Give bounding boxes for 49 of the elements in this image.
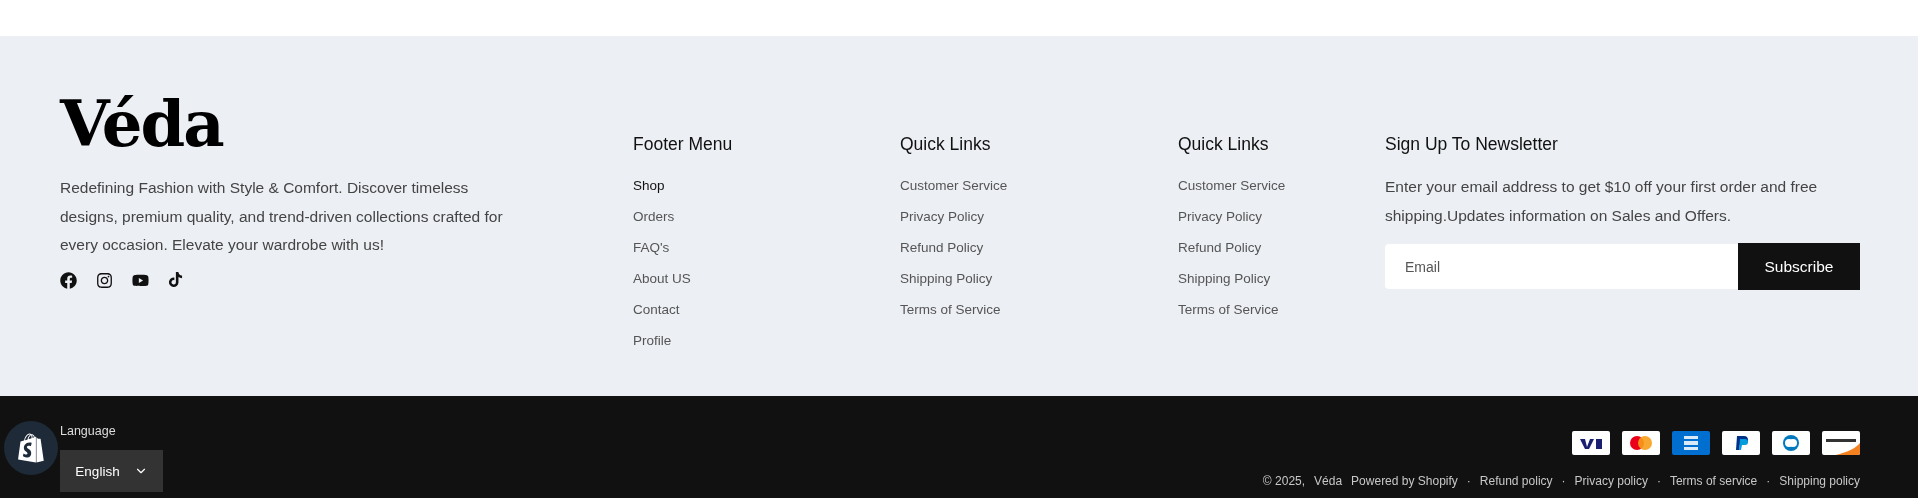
- facebook-icon[interactable]: [60, 271, 77, 289]
- footer-link[interactable]: Orders: [633, 208, 675, 225]
- footer-link[interactable]: Shop: [633, 177, 665, 194]
- payment-card-icon: [1572, 431, 1610, 455]
- copyright-text: © 2025,: [1262, 474, 1306, 488]
- footer-link[interactable]: Refund Policy: [900, 239, 984, 256]
- payment-card-icon: [1772, 431, 1810, 455]
- column-heading: Footer Menu: [633, 134, 733, 155]
- payment-card-icon: [1672, 431, 1710, 455]
- footer-link[interactable]: FAQ's: [633, 239, 670, 256]
- policy-link[interactable]: Shipping policy: [1779, 474, 1860, 488]
- payment-card-icon: [1622, 431, 1660, 455]
- separator-dot: ·: [1656, 474, 1661, 488]
- separator-dot: ·: [1766, 474, 1771, 488]
- powered-by-link[interactable]: Powered by Shopify: [1351, 474, 1458, 488]
- newsletter-heading: Sign Up To Newsletter: [1385, 134, 1558, 155]
- policy-link[interactable]: Terms of service: [1669, 474, 1758, 488]
- footer-link[interactable]: Contact: [633, 301, 680, 318]
- shop-badge[interactable]: [4, 421, 58, 475]
- payment-card-icon: [1722, 431, 1760, 455]
- policy-link[interactable]: Privacy policy: [1574, 474, 1648, 488]
- shopping-bag-icon: [16, 433, 46, 463]
- footer-link[interactable]: Terms of Service: [900, 301, 1001, 318]
- footer-link[interactable]: Customer Service: [900, 177, 1008, 194]
- footer-link[interactable]: About US: [633, 270, 691, 287]
- footer-link[interactable]: Terms of Service: [1178, 301, 1279, 318]
- payment-card-icon: [1822, 431, 1860, 455]
- brand-description: Redefining Fashion with Style & Comfort. Discover timeless designs, premium quality, and trend-driven collections crafted for every occasion. Elevate your wardrobe with us!: [60, 178, 504, 255]
- instagram-icon[interactable]: [96, 271, 113, 289]
- store-link[interactable]: Véda: [1314, 474, 1343, 488]
- separator-dot: ·: [1561, 474, 1566, 488]
- tiktok-icon[interactable]: [168, 271, 183, 287]
- newsletter-text: Enter your email address to get $10 off your first order and free shipping.Updates information on Sales and Offers.: [1385, 177, 1819, 226]
- footer-link[interactable]: Privacy Policy: [900, 208, 985, 225]
- policy-link[interactable]: Refund policy: [1479, 474, 1553, 488]
- brand-logo[interactable]: Véda: [60, 92, 223, 156]
- column-heading: Quick Links: [1178, 134, 1269, 155]
- separator-dot: ·: [1466, 474, 1471, 488]
- footer-link[interactable]: Shipping Policy: [900, 270, 993, 287]
- footer-link[interactable]: Refund Policy: [1178, 239, 1262, 256]
- language-selector[interactable]: English: [60, 450, 163, 492]
- language-label: Language: [60, 424, 116, 438]
- email-field[interactable]: Email: [1385, 244, 1738, 289]
- footer-link[interactable]: Customer Service: [1178, 177, 1286, 194]
- subscribe-button[interactable]: Subscribe: [1738, 243, 1860, 290]
- footer-link[interactable]: Profile: [633, 332, 672, 349]
- footer-link[interactable]: Shipping Policy: [1178, 270, 1271, 287]
- column-heading: Quick Links: [900, 134, 991, 155]
- footer-link[interactable]: Privacy Policy: [1178, 208, 1263, 225]
